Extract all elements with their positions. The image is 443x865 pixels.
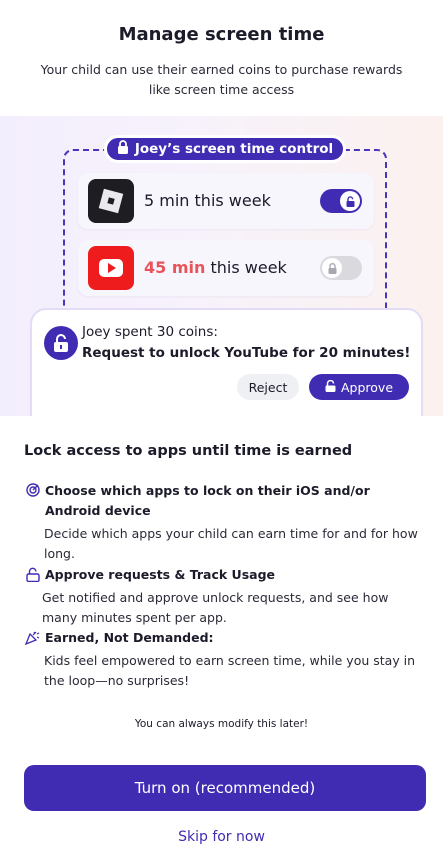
page-title: Manage screen time	[118, 24, 325, 45]
youtube-icon	[88, 246, 134, 290]
party-popper-icon	[24, 628, 41, 645]
feature-body: Get notified and approve unlock requests…	[42, 590, 389, 625]
screen-time-sheet: Manage screen time Your child can use th…	[0, 0, 443, 865]
app-lock-toggle[interactable]	[320, 256, 362, 280]
hero-illustration: Joey’s screen time control 5 min this we…	[0, 116, 443, 416]
screen-time-control-badge: Joey’s screen time control	[104, 135, 346, 163]
control-label: Joey’s screen time control	[134, 141, 334, 157]
lock-icon	[117, 140, 129, 158]
page-subtitle: Your child can use their earned coins to…	[40, 62, 403, 97]
unlock-icon	[340, 191, 360, 211]
unlock-request-card: Joey spent 30 coins: Request to unlock Y…	[30, 308, 423, 416]
target-icon	[24, 481, 41, 497]
app-usage-text: 45 min this week	[144, 258, 287, 277]
request-summary: Joey spent 30 coins:	[82, 324, 218, 340]
feature-heading: Approve requests & Track Usage	[45, 567, 276, 582]
app-lock-toggle[interactable]	[320, 189, 362, 213]
feature-heading: Choose which apps to lock on their iOS a…	[45, 483, 370, 518]
unlock-icon	[44, 326, 78, 360]
approve-button[interactable]: Approve	[309, 374, 409, 400]
skip-for-now-link[interactable]: Skip for now	[0, 829, 443, 845]
turn-on-button[interactable]: Turn on (recommended)	[24, 765, 426, 811]
request-detail: Request to unlock YouTube for 20 minutes…	[82, 345, 411, 361]
footnote: You can always modify this later!	[134, 718, 309, 730]
approve-label: Approve	[340, 379, 394, 395]
section-title: Lock access to apps until time is earned	[24, 443, 353, 459]
feature-item: Approve requests & Track Usage Get notif…	[24, 565, 424, 628]
feature-item: Earned, Not Demanded: Kids feel empowere…	[24, 628, 424, 691]
app-row-roblox: 5 min this week	[78, 173, 374, 229]
unlock-icon	[24, 565, 41, 582]
roblox-icon	[88, 179, 134, 223]
feature-body: Decide which apps your child can earn ti…	[44, 526, 418, 561]
app-usage-text: 5 min this week	[144, 191, 271, 210]
app-row-youtube: 45 min this week	[78, 240, 374, 296]
feature-body: Kids feel empowered to earn screen time,…	[44, 653, 416, 688]
unlock-icon	[325, 379, 336, 395]
lock-icon	[322, 258, 342, 278]
reject-button[interactable]: Reject	[237, 374, 299, 400]
feature-heading: Earned, Not Demanded:	[45, 630, 214, 645]
feature-item: Choose which apps to lock on their iOS a…	[24, 481, 424, 564]
